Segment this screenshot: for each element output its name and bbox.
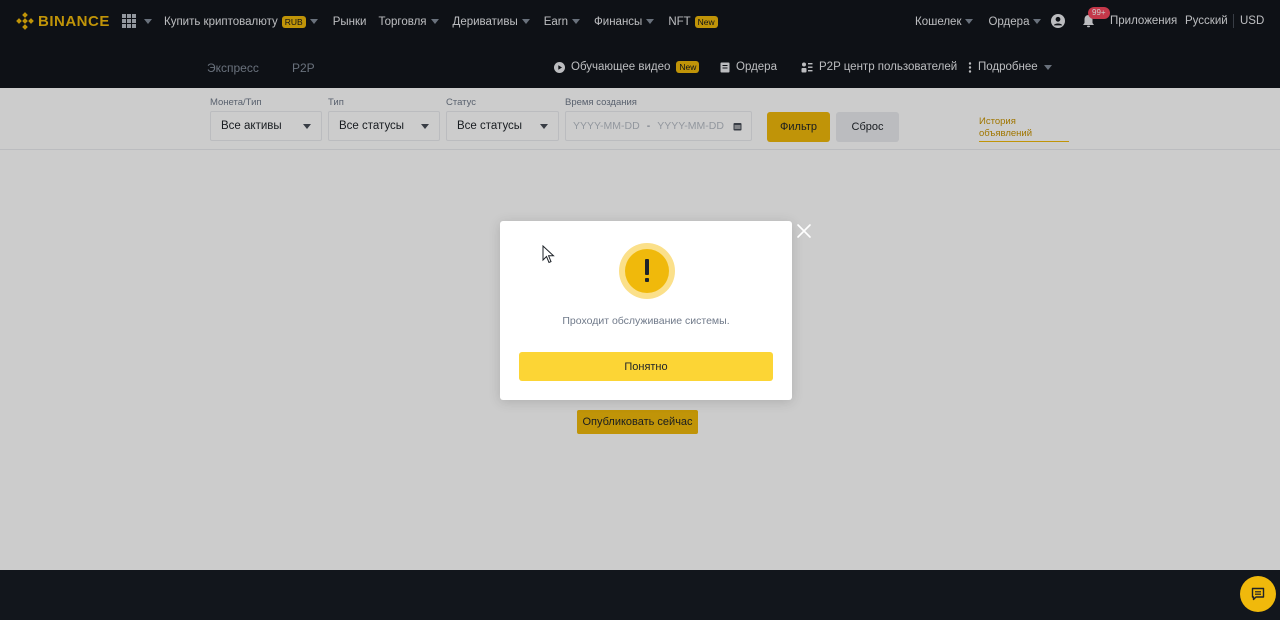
- support-chat-button[interactable]: [1240, 576, 1276, 612]
- footer: [0, 570, 1280, 620]
- maintenance-message: Проходит обслуживание системы.: [562, 315, 730, 327]
- close-icon[interactable]: [796, 223, 812, 239]
- mouse-cursor-icon: [542, 245, 555, 264]
- ok-button[interactable]: Понятно: [519, 352, 773, 381]
- chat-icon: [1251, 587, 1265, 601]
- warning-icon: [619, 243, 675, 299]
- exclamation-mark-icon: [645, 259, 649, 282]
- exclamation-icon: [625, 249, 669, 293]
